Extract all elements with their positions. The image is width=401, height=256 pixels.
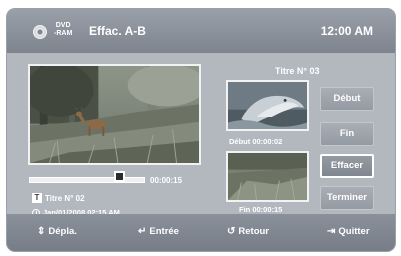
disc-type-label: DVD -RAM: [54, 22, 72, 38]
footer-bar: ⇕ Dépla. ↵ Entrée ↺ Retour ⇥ Quitter: [7, 214, 395, 251]
end-button[interactable]: Fin: [320, 122, 374, 146]
erase-button[interactable]: Effacer: [320, 154, 374, 178]
enter-icon: ↵: [138, 226, 147, 237]
clock-display: 12:00 AM: [320, 24, 373, 38]
end-time-caption: Fin 00:00:15: [239, 205, 283, 214]
dolphin-image: [228, 82, 307, 129]
exit-door-icon: ⇥: [327, 226, 336, 237]
header-bar: DVD -RAM Effac. A-B 12:00 AM: [7, 9, 395, 53]
end-thumbnail: [226, 151, 309, 202]
move-hint[interactable]: ⇕ Dépla.: [37, 226, 77, 237]
enter-hint[interactable]: ↵ Entrée: [138, 226, 179, 237]
start-button[interactable]: Début: [320, 87, 374, 111]
quit-label: Quitter: [338, 226, 370, 237]
screen-title: Effac. A-B: [89, 24, 146, 38]
move-label: Dépla.: [48, 226, 77, 237]
disc-type-line1: DVD: [55, 22, 71, 29]
enter-label: Entrée: [149, 226, 179, 237]
finish-button[interactable]: Terminer: [320, 186, 374, 210]
up-down-arrow-icon: ⇕: [37, 226, 46, 237]
title-icon: T: [32, 193, 42, 203]
title-name: Titre N° 02: [45, 193, 85, 203]
progress-bar[interactable]: [29, 177, 145, 183]
main-panel: 00:00:15 T Titre N° 02 Jan/01/2008 02:15…: [7, 53, 395, 217]
osd-screen: DVD -RAM Effac. A-B 12:00 AM 00:00:15 T …: [7, 9, 395, 251]
start-time-caption: Début 00:00:02: [229, 137, 283, 146]
quit-hint[interactable]: ⇥ Quitter: [327, 226, 370, 237]
disc-type-line2: -RAM: [54, 30, 73, 37]
return-hint[interactable]: ↺ Retour: [227, 226, 269, 237]
elapsed-time: 00:00:15: [150, 176, 183, 185]
start-thumbnail: [226, 80, 309, 131]
edit-title-label: Titre N° 03: [275, 66, 320, 76]
field-image: [228, 153, 307, 200]
progress-handle[interactable]: [113, 171, 125, 182]
video-preview: [28, 64, 201, 165]
return-arrow-icon: ↺: [227, 226, 236, 237]
deer-scene-image: [30, 66, 199, 163]
return-label: Retour: [238, 226, 270, 237]
title-info: T Titre N° 02: [32, 193, 85, 203]
disc-icon: [33, 25, 47, 39]
